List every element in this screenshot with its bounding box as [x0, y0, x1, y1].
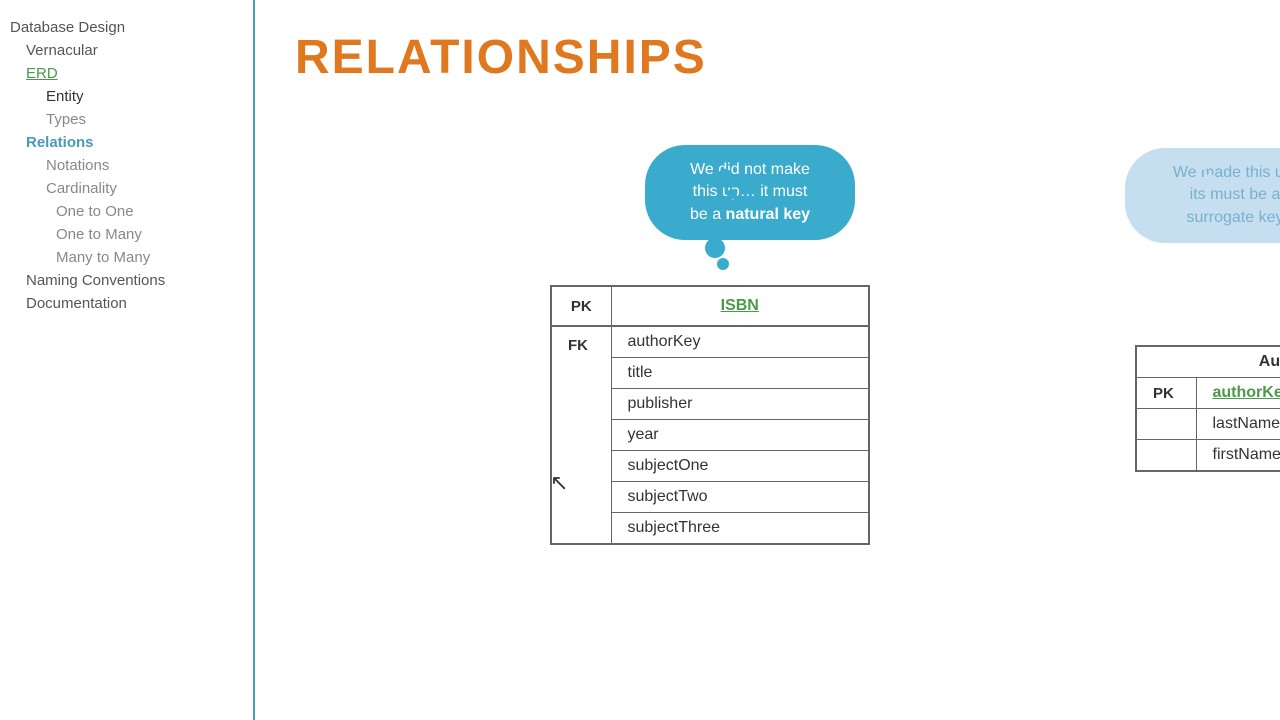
book-field-publisher: publisher	[611, 389, 869, 420]
book-fk-row: FK authorKey	[551, 326, 869, 358]
bubble-tail-light-1	[1195, 154, 1211, 170]
book-field-title: title	[611, 358, 869, 389]
book-pk-value: ISBN	[611, 286, 869, 326]
cursor-indicator: ↖	[550, 470, 568, 496]
book-field-subjecttwo: subjectTwo	[611, 482, 869, 513]
author-table: Author PK authorKey lastName firstName	[1135, 345, 1280, 472]
author-field-row-lastname: lastName	[1136, 409, 1280, 440]
sidebar-item-entity[interactable]: Entity	[0, 85, 253, 108]
sidebar-item-cardinality[interactable]: Cardinality	[0, 177, 253, 200]
thought-bubble-dark: We did not make this up… it must be a na…	[645, 145, 855, 240]
page-title: RELATIONSHIPS	[295, 30, 1240, 85]
book-field-subjectone: subjectOne	[611, 451, 869, 482]
author-pk-value: authorKey	[1196, 378, 1280, 409]
author-table-title-row: Author	[1136, 346, 1280, 378]
book-pk-label: PK	[551, 286, 611, 326]
sidebar-item-notations[interactable]: Notations	[0, 154, 253, 177]
sidebar-item-one-to-one[interactable]: One to One	[0, 200, 253, 223]
bubble-tail-1	[717, 169, 733, 185]
sidebar-item-erd[interactable]: ERD	[0, 62, 253, 85]
sidebar-item-naming-conventions[interactable]: Naming Conventions	[0, 269, 253, 292]
bubble-tail-2	[727, 189, 737, 199]
sidebar-item-database-design[interactable]: Database Design	[0, 16, 253, 39]
author-field-firstname: firstName	[1196, 440, 1280, 472]
book-field-subjectthree: subjectThree	[611, 513, 869, 545]
sidebar-item-vernacular[interactable]: Vernacular	[0, 39, 253, 62]
sidebar: Database Design Vernacular ERD Entity Ty…	[0, 0, 255, 720]
author-table-header: Author	[1136, 346, 1280, 378]
bubble-tail-light-2	[1205, 174, 1215, 184]
author-field-lastname: lastName	[1196, 409, 1280, 440]
sidebar-item-one-to-many[interactable]: One to Many	[0, 223, 253, 246]
sidebar-item-types[interactable]: Types	[0, 108, 253, 131]
author-pk-row: PK authorKey	[1136, 378, 1280, 409]
main-content: RELATIONSHIPS We did not make this up… i…	[255, 0, 1280, 720]
book-field-year: year	[611, 420, 869, 451]
sidebar-item-documentation[interactable]: Documentation	[0, 292, 253, 315]
author-empty-cell-2	[1136, 440, 1196, 472]
sidebar-item-many-to-many[interactable]: Many to Many	[0, 246, 253, 269]
book-field-authorkey: authorKey	[611, 326, 869, 358]
book-table-header-row: PK ISBN	[551, 286, 869, 326]
author-pk-label: PK	[1136, 378, 1196, 409]
sidebar-item-relations[interactable]: Relations	[0, 131, 253, 154]
book-table: PK ISBN FK authorKey title publisher yea…	[550, 285, 870, 545]
book-fk-label: FK	[551, 326, 611, 544]
author-empty-cell-1	[1136, 409, 1196, 440]
author-field-row-firstname: firstName	[1136, 440, 1280, 472]
